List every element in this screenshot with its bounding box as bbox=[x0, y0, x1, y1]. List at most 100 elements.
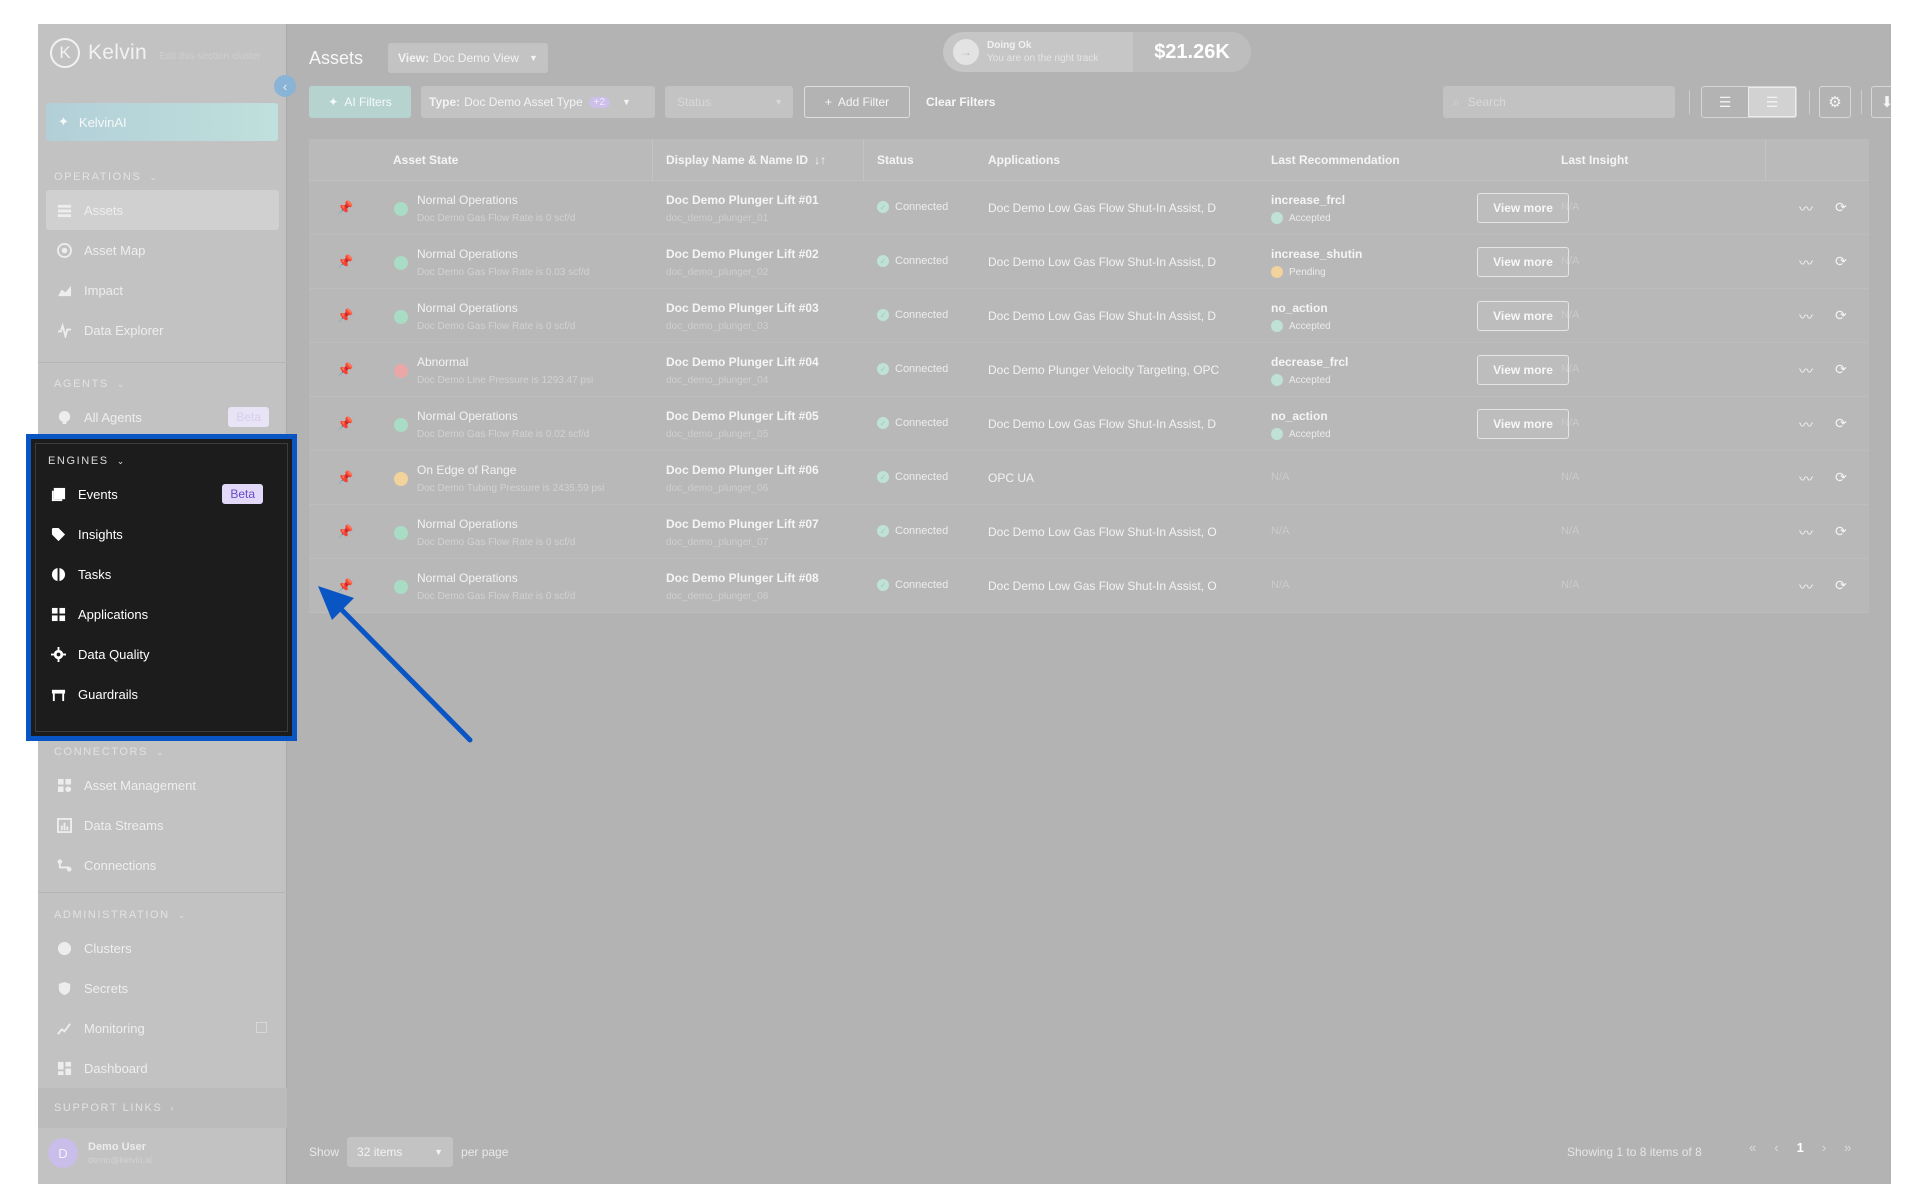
current-page[interactable]: 1 bbox=[1797, 1140, 1804, 1155]
sidebar-item-data-quality[interactable]: Data Quality bbox=[32, 634, 281, 674]
pin-icon[interactable]: 📌 bbox=[337, 308, 353, 324]
sidebar-item-impact[interactable]: Impact bbox=[38, 270, 287, 310]
sidebar-item-insights[interactable]: Insights bbox=[32, 514, 281, 554]
table-row[interactable]: 📌 Normal Operations Doc Demo Gas Flow Rate… bbox=[309, 181, 1869, 235]
sidebar-item-guardrails[interactable]: Guardrails bbox=[32, 674, 281, 714]
sidebar-item-events[interactable]: Events Beta bbox=[32, 474, 281, 514]
sidebar-item-clusters[interactable]: Clusters bbox=[38, 928, 287, 968]
sync-icon[interactable]: ⟳ bbox=[1835, 577, 1847, 594]
pin-icon[interactable]: 📌 bbox=[337, 416, 353, 432]
status-filter-select[interactable]: Status ▼ bbox=[665, 86, 793, 118]
sync-icon[interactable]: ⟳ bbox=[1835, 361, 1847, 378]
asset-display-name[interactable]: Doc Demo Plunger Lift #07 bbox=[666, 517, 819, 531]
status-icon bbox=[1271, 266, 1283, 278]
sync-icon[interactable]: ⟳ bbox=[1835, 199, 1847, 216]
section-toggle-operations[interactable]: OPERATIONS ⌄ bbox=[38, 164, 287, 190]
asset-display-name[interactable]: Doc Demo Plunger Lift #01 bbox=[666, 193, 819, 207]
activity-icon[interactable]: 〰 bbox=[1799, 577, 1813, 597]
table-row[interactable]: 📌 Normal Operations Doc Demo Gas Flow Rate… bbox=[309, 397, 1869, 451]
activity-icon[interactable]: 〰 bbox=[1799, 253, 1813, 273]
ai-filters-button[interactable]: ✦ AI Filters bbox=[309, 86, 411, 118]
pin-icon[interactable]: 📌 bbox=[337, 524, 353, 540]
support-links-toggle[interactable]: SUPPORT LINKS › bbox=[38, 1088, 287, 1128]
items-per-page-select[interactable]: 32 items ▼ bbox=[347, 1137, 454, 1167]
sidebar-item-asset-map[interactable]: Asset Map bbox=[38, 230, 287, 270]
pin-icon[interactable]: 📌 bbox=[337, 578, 353, 594]
section-toggle-administration[interactable]: ADMINISTRATION ⌄ bbox=[38, 902, 287, 928]
download-button[interactable]: ⬇ bbox=[1871, 86, 1891, 118]
asset-state: Normal Operations bbox=[417, 409, 518, 423]
recommendation-status-label: Accepted bbox=[1289, 428, 1331, 440]
first-page-icon[interactable]: « bbox=[1749, 1140, 1756, 1155]
activity-icon[interactable]: 〰 bbox=[1799, 469, 1813, 489]
asset-display-name[interactable]: Doc Demo Plunger Lift #05 bbox=[666, 409, 819, 423]
header-applications[interactable]: Applications bbox=[988, 139, 1060, 181]
table-row[interactable]: 📌 Abnormal Doc Demo Line Pressure is 1293.… bbox=[309, 343, 1869, 397]
add-filter-button[interactable]: + Add Filter bbox=[804, 86, 910, 118]
sidebar-item-secrets[interactable]: Secrets bbox=[38, 968, 287, 1008]
sync-icon[interactable]: ⟳ bbox=[1835, 253, 1847, 270]
prev-page-icon[interactable]: ‹ bbox=[1774, 1140, 1778, 1155]
section-toggle-connectors[interactable]: CONNECTORS ⌄ bbox=[38, 739, 287, 765]
user-profile[interactable]: D Demo User demo@kelvin.ai bbox=[48, 1138, 152, 1168]
asset-display-name[interactable]: Doc Demo Plunger Lift #02 bbox=[666, 247, 819, 261]
header-last-recommendation[interactable]: Last Recommendation bbox=[1271, 139, 1400, 181]
type-filter-select[interactable]: Type: Doc Demo Asset Type +2 ▼ bbox=[421, 86, 655, 118]
pin-icon[interactable]: 📌 bbox=[337, 470, 353, 486]
header-asset-state[interactable]: Asset State bbox=[393, 139, 458, 181]
header-status[interactable]: Status bbox=[877, 139, 914, 181]
activity-icon[interactable]: 〰 bbox=[1799, 199, 1813, 219]
compact-view-button[interactable]: ☰ bbox=[1702, 87, 1748, 117]
clear-filters-button[interactable]: Clear Filters bbox=[926, 86, 995, 118]
table-row[interactable]: 📌 Normal Operations Doc Demo Gas Flow Rate… bbox=[309, 505, 1869, 559]
table-row[interactable]: 📌 Normal Operations Doc Demo Gas Flow Rate… bbox=[309, 559, 1869, 613]
header-display-name[interactable]: Display Name & Name ID ↓↑ bbox=[666, 139, 826, 181]
sidebar-item-tasks[interactable]: Tasks bbox=[32, 554, 281, 594]
activity-icon[interactable]: 〰 bbox=[1799, 361, 1813, 381]
brand-logo[interactable]: K Kelvin Edit this section cluster bbox=[50, 38, 261, 68]
kelvin-ai-button[interactable]: ✦ KelvinAI bbox=[46, 103, 278, 141]
table-row[interactable]: 📌 On Edge of Range Doc Demo Tubing Pressur… bbox=[309, 451, 1869, 505]
view-select[interactable]: View: Doc Demo View ▼ bbox=[388, 43, 548, 73]
view-more-button[interactable]: View more bbox=[1477, 247, 1569, 277]
pin-icon[interactable]: 📌 bbox=[337, 200, 353, 216]
sync-icon[interactable]: ⟳ bbox=[1835, 307, 1847, 324]
view-more-button[interactable]: View more bbox=[1477, 355, 1569, 385]
search-input[interactable]: ⌕ Search bbox=[1443, 86, 1675, 118]
sidebar-item-data-streams[interactable]: Data Streams bbox=[38, 805, 287, 845]
pin-icon[interactable]: 📌 bbox=[337, 254, 353, 270]
sidebar-item-all-agents[interactable]: All Agents Beta bbox=[38, 397, 287, 437]
pin-icon[interactable]: 📌 bbox=[337, 362, 353, 378]
sync-icon[interactable]: ⟳ bbox=[1835, 469, 1847, 486]
table-row[interactable]: 📌 Normal Operations Doc Demo Gas Flow Rate… bbox=[309, 235, 1869, 289]
activity-icon[interactable]: 〰 bbox=[1799, 307, 1813, 327]
status-summary[interactable]: → Doing Ok You are on the right track $2… bbox=[943, 32, 1251, 72]
table-row[interactable]: 📌 Normal Operations Doc Demo Gas Flow Rate… bbox=[309, 289, 1869, 343]
sync-icon[interactable]: ⟳ bbox=[1835, 523, 1847, 540]
list-view-button[interactable]: ☰ bbox=[1748, 87, 1796, 117]
collapse-sidebar-button[interactable]: ‹ bbox=[274, 75, 296, 97]
asset-display-name[interactable]: Doc Demo Plunger Lift #03 bbox=[666, 301, 819, 315]
asset-display-name[interactable]: Doc Demo Plunger Lift #08 bbox=[666, 571, 819, 585]
activity-icon[interactable]: 〰 bbox=[1799, 523, 1813, 543]
last-page-icon[interactable]: » bbox=[1844, 1140, 1851, 1155]
sidebar-item-connections[interactable]: Connections bbox=[38, 845, 287, 885]
sidebar-item-applications[interactable]: Applications bbox=[32, 594, 281, 634]
sync-icon[interactable]: ⟳ bbox=[1835, 415, 1847, 432]
asset-display-name[interactable]: Doc Demo Plunger Lift #04 bbox=[666, 355, 819, 369]
sidebar-item-assets[interactable]: Assets bbox=[46, 190, 279, 230]
sidebar-item-data-explorer[interactable]: Data Explorer bbox=[38, 310, 287, 350]
activity-icon[interactable]: 〰 bbox=[1799, 415, 1813, 435]
section-toggle-engines[interactable]: ENGINES ⌄ bbox=[32, 448, 281, 474]
header-last-insight[interactable]: Last Insight bbox=[1561, 139, 1628, 181]
view-more-button[interactable]: View more bbox=[1477, 193, 1569, 223]
sidebar-item-asset-management[interactable]: Asset Management bbox=[38, 765, 287, 805]
view-more-button[interactable]: View more bbox=[1477, 409, 1569, 439]
settings-button[interactable]: ⚙ bbox=[1819, 86, 1851, 118]
sidebar-item-dashboard[interactable]: Dashboard bbox=[38, 1048, 287, 1088]
sidebar-item-monitoring[interactable]: Monitoring bbox=[38, 1008, 287, 1048]
next-page-icon[interactable]: › bbox=[1822, 1140, 1826, 1155]
section-toggle-agents[interactable]: AGENTS ⌄ bbox=[38, 371, 287, 397]
asset-display-name[interactable]: Doc Demo Plunger Lift #06 bbox=[666, 463, 819, 477]
view-more-button[interactable]: View more bbox=[1477, 301, 1569, 331]
